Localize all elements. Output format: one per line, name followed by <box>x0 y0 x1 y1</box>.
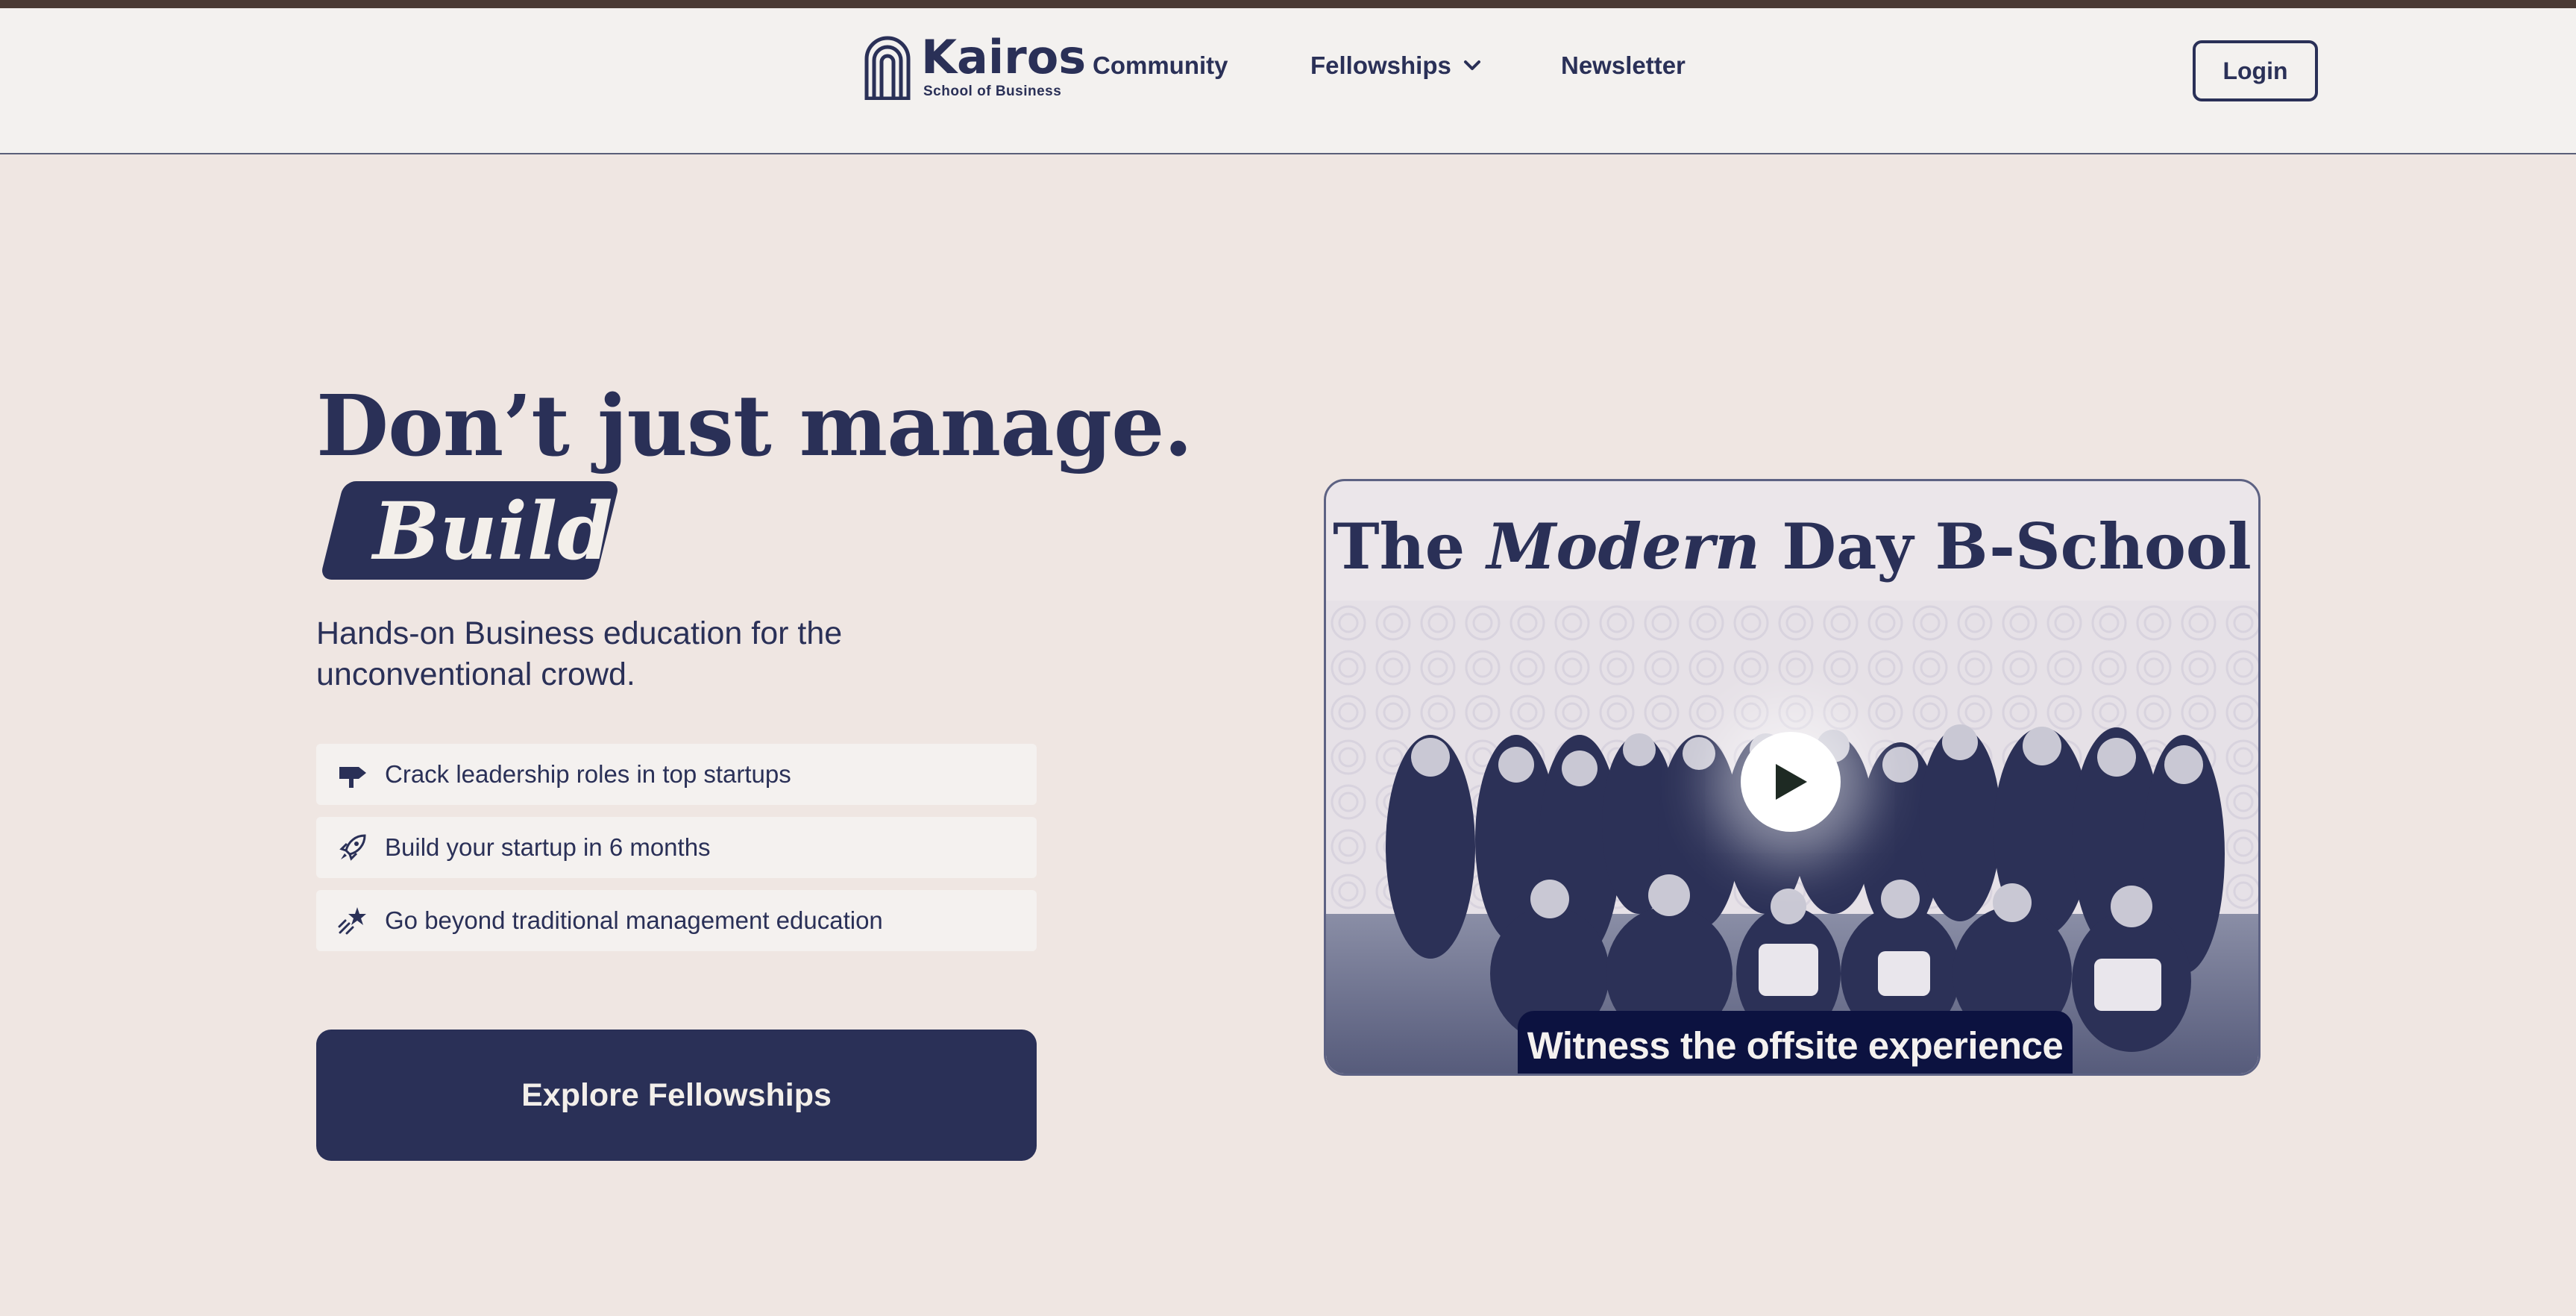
logo-name: Kairos <box>921 30 1087 84</box>
login-button[interactable]: Login <box>2193 40 2318 101</box>
video-title: The Modern Day B-School <box>1326 510 2258 584</box>
nav-link-community[interactable]: Community <box>1093 51 1228 80</box>
kairos-logo[interactable]: Kairos School of Business <box>863 34 1086 100</box>
arch-logo-icon <box>864 36 911 100</box>
nav-link-label: Fellowships <box>1310 51 1451 79</box>
feature-item: Crack leadership roles in top startups <box>316 744 1037 805</box>
group-photo <box>1326 601 2258 1074</box>
feature-text: Go beyond traditional management educati… <box>385 906 883 934</box>
video-card[interactable]: The Modern Day B-School Witness the offs… <box>1324 479 2261 1076</box>
top-accent-bar <box>0 0 2576 8</box>
nav-link-label: Newsletter <box>1561 51 1686 79</box>
video-title-pre: The <box>1333 510 1487 583</box>
explore-fellowships-button[interactable]: Explore Fellowships <box>316 1030 1037 1161</box>
top-navigation: Kairos School of Business Community Fell… <box>0 8 2576 154</box>
rocket-icon <box>337 832 368 863</box>
video-title-italic: Modern <box>1486 510 1760 583</box>
feature-text: Crack leadership roles in top startups <box>385 760 791 788</box>
nav-link-fellowships[interactable]: Fellowships <box>1310 51 1481 80</box>
video-title-post: Day B-School <box>1759 510 2252 583</box>
play-button[interactable] <box>1741 732 1841 832</box>
nav-link-label: Community <box>1093 51 1228 79</box>
nav-link-newsletter[interactable]: Newsletter <box>1561 51 1686 80</box>
feature-text: Build your startup in 6 months <box>385 833 711 861</box>
video-caption: Witness the offsite experience <box>1518 1011 2073 1074</box>
signpost-icon <box>337 759 368 790</box>
play-icon <box>1776 764 1807 800</box>
hero-title: Don’t just manage. <box>316 377 1193 475</box>
feature-item: Build your startup in 6 months <box>316 817 1037 878</box>
chevron-down-icon <box>1463 60 1480 70</box>
logo-subtitle: School of Business <box>923 84 1062 99</box>
shooting-star-icon <box>337 905 368 936</box>
hero-subtitle: Hands-on Business education for the unco… <box>316 615 843 692</box>
feature-item: Go beyond traditional management educati… <box>316 890 1037 951</box>
build-badge-text: Build <box>373 484 613 577</box>
